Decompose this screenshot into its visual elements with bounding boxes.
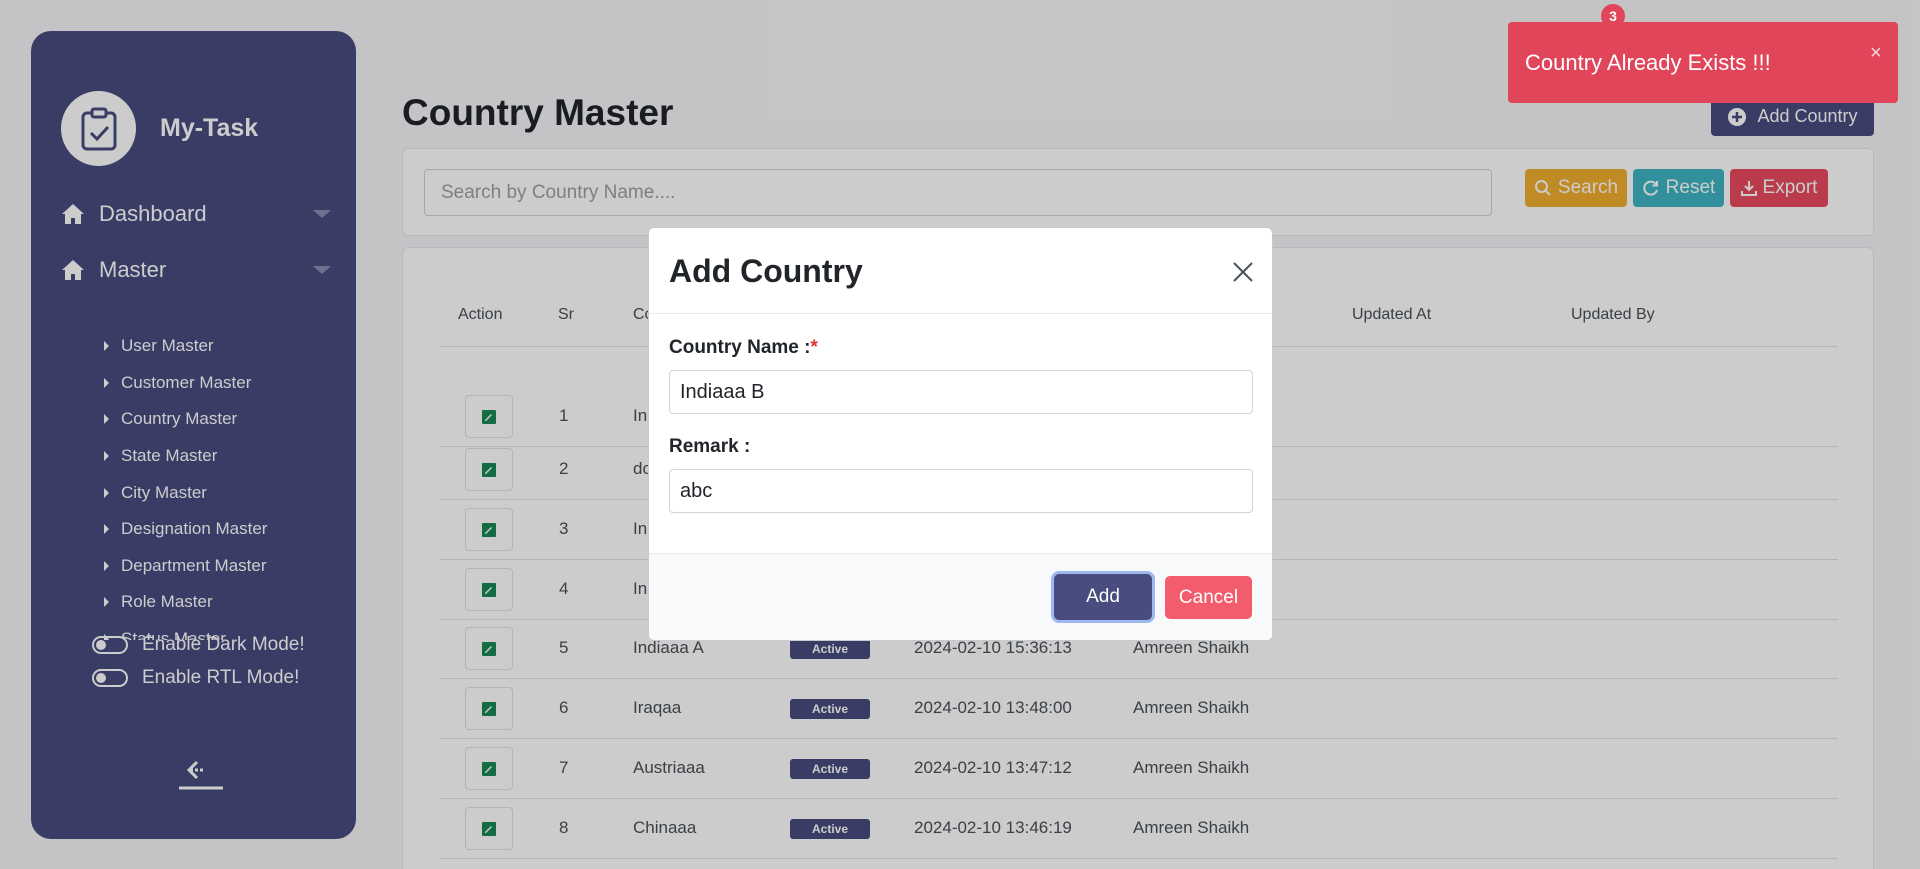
modal-title: Add Country bbox=[669, 253, 863, 289]
modal-header: Add Country bbox=[649, 228, 1272, 314]
country-name-label-text: Country Name : bbox=[669, 337, 811, 358]
close-icon[interactable] bbox=[1231, 260, 1255, 284]
required-marker: * bbox=[810, 337, 818, 358]
error-toast: Country Already Exists !!! × bbox=[1508, 22, 1898, 103]
remark-label: Remark : bbox=[669, 436, 751, 457]
country-name-label: Country Name :* bbox=[669, 337, 818, 359]
toast-message: Country Already Exists !!! bbox=[1525, 50, 1771, 75]
cancel-button[interactable]: Cancel bbox=[1165, 576, 1252, 619]
country-name-input[interactable] bbox=[669, 370, 1253, 414]
add-button[interactable]: Add bbox=[1054, 574, 1152, 620]
add-country-modal: Add Country Country Name :* Remark : Add… bbox=[648, 227, 1273, 641]
remark-input[interactable] bbox=[669, 469, 1253, 513]
toast-close-button[interactable]: × bbox=[1870, 42, 1882, 65]
